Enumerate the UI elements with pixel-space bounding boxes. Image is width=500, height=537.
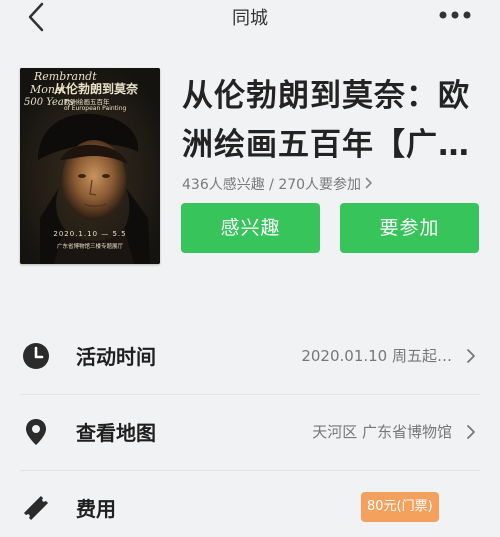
page-title: 同城: [232, 8, 268, 29]
join-button[interactable]: 要参加: [340, 203, 479, 253]
ticket-icon: [22, 494, 50, 522]
poster-date: 2020.1.10 — 5.5: [53, 230, 127, 238]
participation-stats[interactable]: 436人感兴趣 / 270人要参加: [182, 174, 373, 194]
chevron-right-icon: [466, 424, 476, 440]
event-time-value: 2020.01.10 周五起…: [301, 347, 452, 365]
poster-subtitle-en: of European Painting: [64, 105, 127, 112]
event-poster[interactable]: Rembrandt Monet 从伦勃朗到莫奈 500 Years 欧洲绘画五百…: [20, 68, 160, 264]
fee-badge: 80元(门票): [361, 492, 439, 522]
event-detail-screen: 同城 Rembrandt Monet 从伦勃朗到莫奈 500 Years 欧洲绘…: [0, 0, 500, 537]
location-value: 天河区 广东省博物馆: [312, 423, 452, 441]
poster-title-cn: 从伦勃朗到莫奈: [54, 82, 139, 96]
map-pin-icon: [22, 418, 50, 446]
more-button[interactable]: [438, 6, 472, 26]
event-time-row[interactable]: 活动时间 2020.01.10 周五起…: [0, 319, 500, 395]
event-title: 从伦勃朗到莫奈：欧洲绘画五百年【广…: [182, 78, 470, 163]
fee-label: 费用: [76, 497, 116, 521]
more-horizontal-icon: [439, 11, 471, 19]
interested-button[interactable]: 感兴趣: [181, 203, 320, 253]
chevron-right-icon: [365, 177, 373, 193]
view-map-row[interactable]: 查看地图 天河区 广东省博物馆: [0, 395, 500, 471]
chevron-right-icon: [466, 348, 476, 364]
participation-stats-text: 436人感兴趣 / 270人要参加: [182, 177, 362, 193]
fee-row: 费用 80元(门票): [0, 471, 500, 537]
event-time-label: 活动时间: [76, 345, 156, 369]
view-map-label: 查看地图: [76, 421, 156, 445]
clock-icon: [22, 342, 50, 370]
top-bar: 同城: [0, 0, 500, 36]
poster-venue: 广东省博物馆三楼专题展厅: [56, 244, 123, 250]
